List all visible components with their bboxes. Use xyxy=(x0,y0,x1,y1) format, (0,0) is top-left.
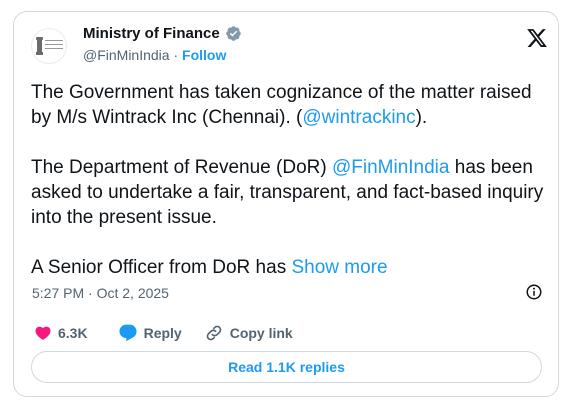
like-count: 6.3K xyxy=(58,325,88,341)
x-logo-icon[interactable] xyxy=(526,27,548,56)
tweet-time: 5:27 PM xyxy=(32,285,85,301)
account-handle[interactable]: @FinMinIndia xyxy=(83,47,170,63)
tweet-date: Oct 2, 2025 xyxy=(96,285,169,301)
handle-row: @FinMinIndia · Follow xyxy=(83,47,226,63)
show-more-link[interactable]: Show more xyxy=(291,257,387,278)
read-replies-button[interactable]: Read 1.1K replies xyxy=(31,351,542,383)
reply-label: Reply xyxy=(143,325,182,341)
tweet-actions: 6.3K Reply Copy link xyxy=(34,323,293,343)
separator-dot: · xyxy=(88,285,93,301)
paragraph-text: ). xyxy=(415,107,428,128)
mention-link-wintrackinc[interactable]: @wintrackinc xyxy=(302,107,415,128)
like-button[interactable]: 6.3K xyxy=(34,324,88,342)
reply-button[interactable]: Reply xyxy=(118,323,182,343)
follow-button[interactable]: Follow xyxy=(182,47,226,63)
tweet-paragraph-2: The Department of Revenue (DoR) @FinMinI… xyxy=(31,155,551,230)
heart-icon xyxy=(35,326,51,340)
emblem-icon xyxy=(36,37,63,55)
reply-icon xyxy=(119,324,137,342)
separator-dot: · xyxy=(173,47,179,63)
account-name[interactable]: Ministry of Finance xyxy=(83,25,220,42)
copy-link-label: Copy link xyxy=(229,325,293,341)
paragraph-text: The Government has taken cognizance of t… xyxy=(31,82,532,128)
verified-badge-icon xyxy=(225,26,241,41)
tweet-text: The Government has taken cognizance of t… xyxy=(31,80,551,305)
link-icon xyxy=(206,325,222,341)
tweet-paragraph-3: A Senior Officer from DoR has Show more xyxy=(31,255,551,280)
tweet-card: Ministry of Finance @FinMinIndia · Follo… xyxy=(13,11,559,397)
paragraph-text: The Department of Revenue (DoR) xyxy=(31,157,332,178)
info-icon[interactable] xyxy=(525,283,543,301)
paragraph-text: A Senior Officer from DoR has xyxy=(31,257,292,278)
mention-link-finminindia[interactable]: @FinMinIndia xyxy=(332,157,450,178)
name-row: Ministry of Finance xyxy=(83,25,242,42)
tweet-paragraph-1: The Government has taken cognizance of t… xyxy=(31,80,551,130)
copy-link-button[interactable]: Copy link xyxy=(204,323,293,343)
account-avatar[interactable] xyxy=(31,28,67,64)
tweet-timestamp[interactable]: 5:27 PM · Oct 2, 2025 xyxy=(32,285,169,301)
